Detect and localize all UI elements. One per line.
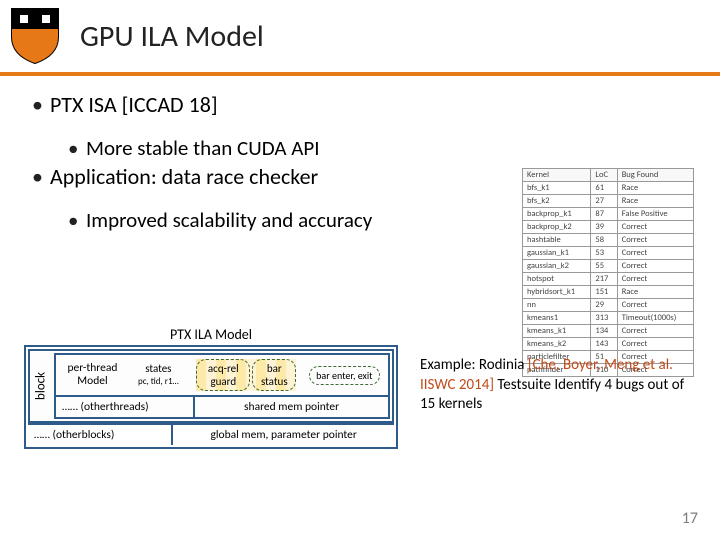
col-head: LoC [591, 169, 617, 182]
bar-status-cap: bar status [252, 359, 296, 391]
col-head: Kernel [523, 169, 591, 182]
other-threads-label: …… (otherthreads) [56, 397, 193, 417]
table-row: backprop_k239Correct [523, 221, 694, 234]
table-row: backprop_k187False Positive [523, 208, 694, 221]
page-number: 17 [682, 509, 698, 528]
table-row: hybridsort_k1151Race [523, 286, 694, 299]
slide-title: GPU ILA Model [80, 18, 264, 55]
table-row: hashtable58Correct [523, 234, 694, 247]
results-table: KernelLoCBug Found bfs_k161Racebfs_k227R… [522, 168, 694, 377]
bar-enter-exit-cap: bar enter, exit [309, 366, 379, 385]
slide-header: GPU ILA Model [0, 0, 720, 72]
hatched-caps: acq-rel guard bar status [196, 359, 296, 391]
table-row: bfs_k161Race [523, 182, 694, 195]
example-text: Example: Rodinia [Che, Boyer, Meng et al… [420, 356, 696, 415]
states-label: statespc, tid, r1… [133, 363, 183, 387]
other-blocks-label: …… (otherblocks) [28, 425, 171, 445]
block-label: block [32, 353, 50, 419]
table-row: hotspot217Correct [523, 273, 694, 286]
table-row: gaussian_k255Correct [523, 260, 694, 273]
table-row: bfs_k227Race [523, 195, 694, 208]
bullet-1a: More stable than CUDA API [68, 134, 720, 162]
global-mem-label: global mem, parameter pointer [171, 425, 394, 445]
princeton-shield-icon [10, 7, 60, 65]
bullet-1: PTX ISA [ICCAD 18] [32, 90, 720, 120]
table-row: nn29Correct [523, 299, 694, 312]
acq-rel-cap: acq-rel guard [196, 359, 250, 391]
table-row: gaussian_k153Correct [523, 247, 694, 260]
ptx-ila-diagram: PTX ILA Model block per-threadModel stat… [24, 326, 398, 449]
table-row: kmeans1313Timeout(1000s) [523, 312, 694, 325]
per-thread-model-label: per-threadModel [64, 362, 120, 387]
table-row: kmeans_k2143Correct [523, 338, 694, 351]
table-row: kmeans_k1134Correct [523, 325, 694, 338]
diagram-title: PTX ILA Model [24, 326, 398, 343]
col-head: Bug Found [617, 169, 693, 182]
shared-mem-label: shared mem pointer [193, 397, 388, 417]
